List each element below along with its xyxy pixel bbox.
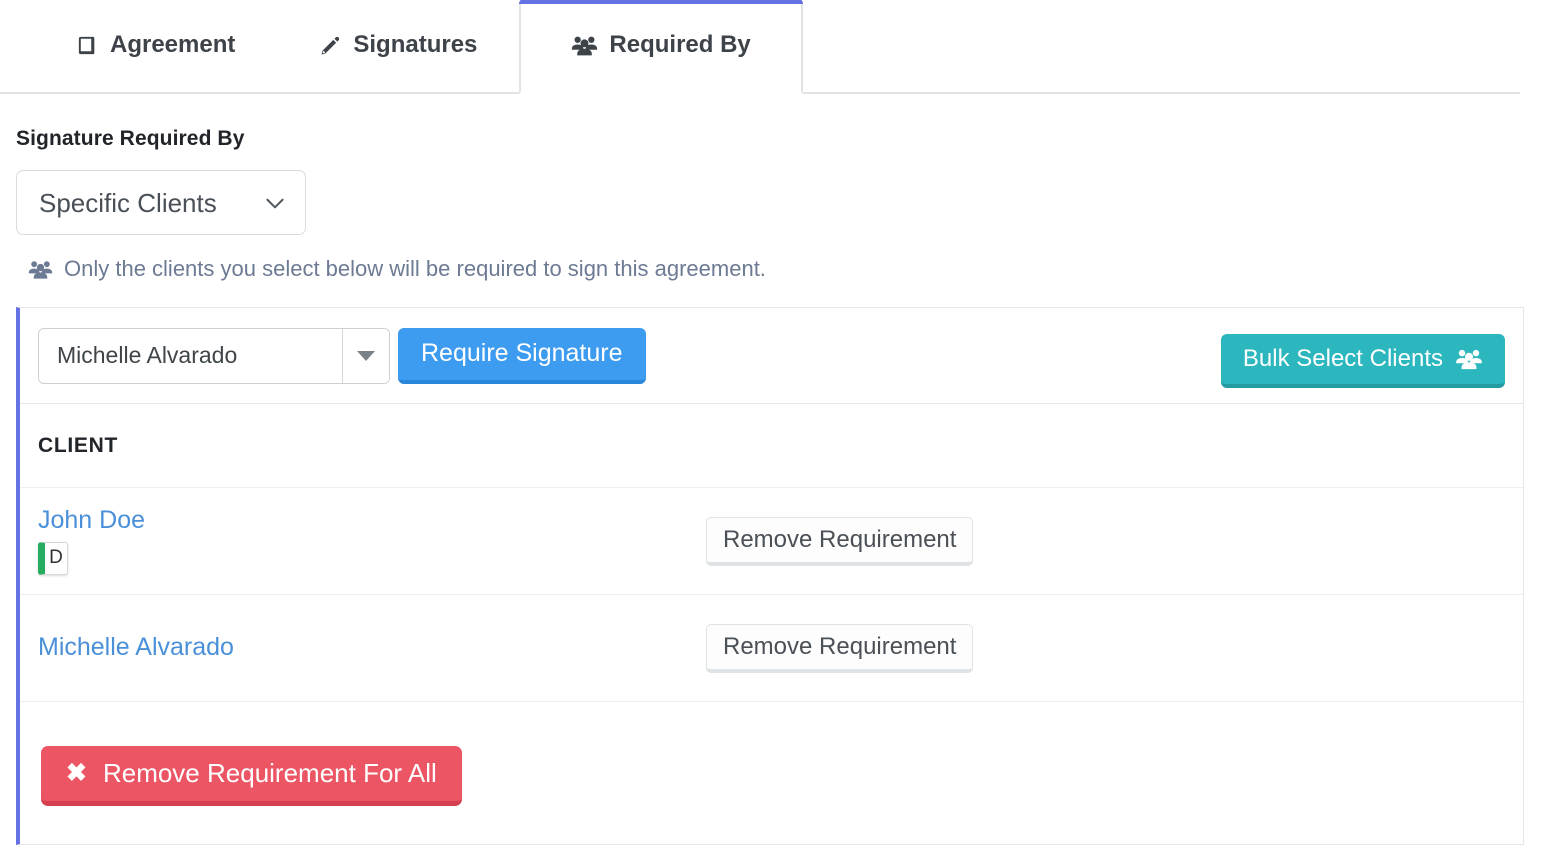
client-cell: Michelle Alvarado — [38, 634, 706, 662]
table-row: Michelle Alvarado Remove Requirement — [20, 595, 1523, 702]
page-root: Agreement Signatures Required By Signatu… — [0, 0, 1544, 865]
tab-required-by-label: Required By — [609, 31, 751, 58]
remove-requirement-button[interactable]: Remove Requirement — [706, 516, 974, 566]
panel-footer: ✖ Remove Requirement For All — [20, 702, 1523, 850]
remove-requirement-button[interactable]: Remove Requirement — [706, 623, 974, 673]
require-signature-button[interactable]: Require Signature — [398, 327, 646, 384]
remove-requirement-for-all-label: Remove Requirement For All — [102, 758, 437, 788]
tab-signatures-label: Signatures — [353, 31, 478, 58]
signature-required-by-label: Signature Required By — [16, 127, 245, 150]
required-clients-panel: Michelle Alvarado Require Signature Bulk… — [16, 307, 1524, 845]
client-cell: John Doe D — [38, 507, 706, 575]
helper-note: Only the clients you select below will b… — [28, 256, 766, 282]
column-header-client: CLIENT — [38, 433, 119, 457]
table-head: CLIENT — [20, 404, 1523, 488]
times-icon: ✖ — [66, 759, 87, 787]
tab-required-by[interactable]: Required By — [519, 0, 804, 94]
helper-note-text: Only the clients you select below will b… — [64, 256, 766, 281]
tab-signatures[interactable]: Signatures — [277, 0, 519, 92]
bulk-select-clients-label: Bulk Select Clients — [1242, 345, 1443, 372]
client-select[interactable]: Michelle Alvarado — [38, 327, 390, 384]
users-icon — [28, 259, 53, 280]
chevron-down-icon — [262, 190, 288, 216]
caret-down-icon[interactable] — [342, 328, 389, 383]
status-badge: D — [38, 541, 68, 575]
tab-agreement[interactable]: Agreement — [34, 0, 277, 92]
client-name-link[interactable]: John Doe — [38, 507, 145, 535]
tab-bar: Agreement Signatures Required By — [0, 0, 1520, 94]
tab-agreement-label: Agreement — [110, 31, 236, 58]
book-icon — [76, 34, 99, 57]
client-select-value: Michelle Alvarado — [57, 342, 238, 368]
signature-required-by-value: Specific Clients — [39, 187, 217, 218]
bulk-select-clients-button[interactable]: Bulk Select Clients — [1220, 334, 1505, 388]
panel-toolbar: Michelle Alvarado Require Signature Bulk… — [20, 308, 1523, 404]
remove-requirement-for-all-button[interactable]: ✖ Remove Requirement For All — [41, 746, 462, 806]
table-row: John Doe D Remove Requirement — [20, 488, 1523, 595]
pencil-icon — [319, 34, 342, 57]
users-icon — [571, 34, 598, 57]
users-icon — [1455, 348, 1483, 370]
client-name-link[interactable]: Michelle Alvarado — [38, 634, 234, 662]
signature-required-by-select[interactable]: Specific Clients — [16, 170, 306, 235]
